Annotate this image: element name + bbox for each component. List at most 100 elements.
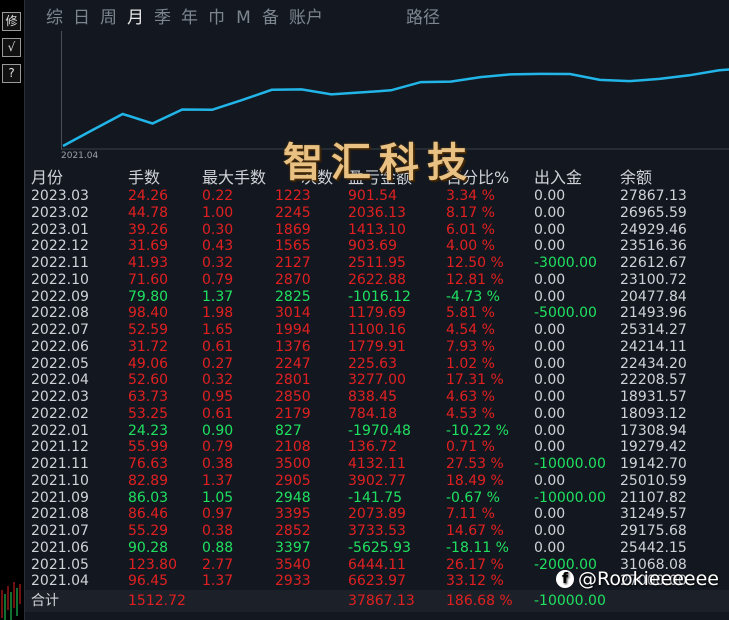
cell-pct: 3.34 % (446, 188, 495, 204)
modify-button[interactable]: 修 (2, 12, 21, 31)
cell-lots: 53.25 (128, 405, 169, 422)
table-row[interactable]: 2022.03 63.73 0.95 2850 838.45 4.63 % 0.00 1893… (25, 389, 729, 406)
cell-count: 3397 (275, 539, 311, 556)
cell-count: 2933 (275, 573, 311, 590)
cell-month: 2021.05 (31, 556, 89, 573)
cell-pnl: 3733.53 (348, 523, 406, 539)
cell-lots: 79.80 (128, 288, 169, 305)
cell-pct: 14.67 % (446, 523, 504, 539)
table-row[interactable]: 2021.08 86.46 0.97 3395 2073.89 7.11 % 0.00 312… (25, 506, 729, 523)
cell-count: 3014 (275, 305, 311, 322)
cell-pct: 33.12 % (446, 573, 504, 590)
total-row: 合计 1512.72 37867.13 186.68 % -10000.00 (25, 590, 729, 612)
table-row[interactable]: 2021.12 55.99 0.79 2108 136.72 0.71 % 0.00 1927… (25, 439, 729, 456)
cell-lots: 90.28 (128, 539, 169, 556)
table-row[interactable]: 2022.07 52.59 1.65 1994 1100.16 4.54 % 0.00 253… (25, 322, 729, 339)
table-row[interactable]: 2022.02 53.25 0.61 2179 784.18 4.53 % 0.00 1809… (25, 406, 729, 423)
check-button[interactable]: √ (2, 38, 21, 57)
table-row[interactable]: 2022.05 49.06 0.27 2247 225.63 1.02 % 0.00 2243… (25, 356, 729, 373)
tab-summary[interactable]: 综 (41, 6, 68, 30)
tab-account[interactable]: 账户 (284, 6, 328, 30)
cell-flow: 0.00 (534, 422, 566, 439)
table-row[interactable]: 2022.06 31.72 0.61 1376 1779.91 7.93 % 0.00 242… (25, 339, 729, 356)
cell-lots: 63.73 (128, 389, 169, 405)
col-flow[interactable]: 出入金 (534, 166, 582, 190)
table-row[interactable]: 2021.06 90.28 0.88 3397 -5625.93 -18.11 % 0.00… (25, 540, 729, 557)
tab-day[interactable]: 日 (68, 6, 95, 30)
table-row[interactable]: 2022.04 52.60 0.32 2801 3277.00 17.31 % 0.00 22… (25, 372, 729, 389)
table-row[interactable]: 2021.10 82.89 1.37 2905 3902.77 18.49 % 0.00 25… (25, 473, 729, 490)
cell-max-lots: 0.61 (202, 338, 234, 355)
cell-pnl: -141.75 (348, 489, 403, 506)
tab-route[interactable]: 路径 (393, 6, 453, 30)
cell-flow: -10000.00 (534, 489, 606, 506)
col-balance[interactable]: 余额 (620, 166, 652, 190)
cell-max-lots: 0.79 (202, 271, 234, 288)
table-row[interactable]: 2023.03 24.26 0.22 1223 901.54 3.34 % 0.00 2786… (25, 188, 729, 205)
tab-notes[interactable]: 备 (257, 6, 284, 30)
table-row[interactable]: 2022.08 98.40 1.98 3014 1179.69 5.81 % -5000.0… (25, 305, 729, 322)
cell-count: 1869 (275, 221, 311, 238)
cell-balance: 27867.13 (620, 188, 687, 204)
table-row[interactable]: 2022.11 41.93 0.32 2127 2511.95 12.50 % -3000.… (25, 255, 729, 272)
cell-pnl: 225.63 (348, 355, 397, 372)
cell-balance: 24929.46 (620, 221, 687, 238)
cell-max-lots: 0.97 (202, 506, 234, 523)
cell-pct: -10.22 % (446, 422, 509, 439)
help-button[interactable]: ? (2, 64, 21, 83)
cell-balance: 22208.57 (620, 372, 687, 389)
cell-balance: 29175.68 (620, 523, 687, 539)
cell-month: 2022.05 (31, 355, 89, 372)
cell-flow: 0.00 (534, 271, 566, 288)
cell-max-lots: 0.32 (202, 255, 234, 271)
total-lots: 1512.72 (128, 593, 186, 609)
tab-year[interactable]: 年 (176, 6, 203, 30)
col-lots[interactable]: 手数 (128, 166, 160, 190)
tab-month[interactable]: 月 (122, 6, 149, 30)
cell-max-lots: 1.37 (202, 288, 234, 305)
cell-flow: 0.00 (534, 188, 566, 204)
tab-season[interactable]: 季 (149, 6, 176, 30)
tab-symbol[interactable]: 巾 (203, 6, 230, 30)
cell-balance: 25010.59 (620, 472, 687, 489)
cell-flow: -5000.00 (534, 305, 597, 322)
cell-balance: 22434.20 (620, 355, 687, 372)
cell-pnl: 2622.88 (348, 271, 406, 288)
table-row[interactable]: 2021.07 55.29 0.38 2852 3733.53 14.67 % 0.00 29… (25, 523, 729, 540)
cell-pnl: 901.54 (348, 188, 397, 204)
cell-count: 1565 (275, 238, 311, 255)
col-month[interactable]: 月份 (31, 166, 63, 190)
table-row[interactable]: 2021.11 76.63 0.38 3500 4132.11 27.53 % -10000… (25, 456, 729, 473)
cell-month: 2021.09 (31, 489, 89, 506)
cell-balance: 21493.96 (620, 305, 687, 322)
cell-pct: -0.67 % (446, 489, 500, 506)
tab-m[interactable]: M (230, 6, 257, 30)
cell-max-lots: 0.38 (202, 456, 234, 472)
left-toolbar: 修 √ ? (0, 0, 22, 620)
cell-count: 2108 (275, 439, 311, 456)
col-max-lots[interactable]: 最大手数 (202, 166, 266, 190)
cell-pct: -18.11 % (446, 539, 509, 556)
cell-pct: 7.93 % (446, 338, 495, 355)
table-row[interactable]: 2021.09 86.03 1.05 2948 -141.75 -0.67 % -10000… (25, 490, 729, 507)
cell-pct: 1.02 % (446, 355, 495, 372)
tab-week[interactable]: 周 (95, 6, 122, 30)
table-row[interactable]: 2023.01 39.26 0.30 1869 1413.10 6.01 % 0.00 249… (25, 222, 729, 239)
cell-max-lots: 0.32 (202, 372, 234, 389)
cell-count: 2870 (275, 271, 311, 288)
cell-month: 2021.11 (31, 456, 89, 472)
cell-balance: 18931.57 (620, 389, 687, 405)
cell-flow: 0.00 (534, 506, 566, 523)
cell-max-lots: 1.65 (202, 322, 234, 338)
table-row[interactable]: 2022.09 79.80 1.37 2825 -1016.12 -4.73 % 0.00 2… (25, 289, 729, 306)
cell-pnl: 3277.00 (348, 372, 406, 389)
table-row[interactable]: 2022.10 71.60 0.79 2870 2622.88 12.81 % 0.00 23… (25, 272, 729, 289)
table-row[interactable]: 2022.01 24.23 0.90 827 -1970.48 -10.22 % 0.00 1… (25, 423, 729, 440)
social-watermark: f @Rookieeeeee (555, 568, 719, 590)
table-row[interactable]: 2022.12 31.69 0.43 1565 903.69 4.00 % 0.00 2351… (25, 238, 729, 255)
cell-lots: 24.23 (128, 422, 169, 439)
cell-lots: 86.03 (128, 489, 169, 506)
cell-pct: 26.17 % (446, 556, 504, 573)
table-row[interactable]: 2023.02 44.78 1.00 2245 2036.13 8.17 % 0.00 269… (25, 205, 729, 222)
social-handle: @Rookieeeeee (577, 568, 719, 590)
